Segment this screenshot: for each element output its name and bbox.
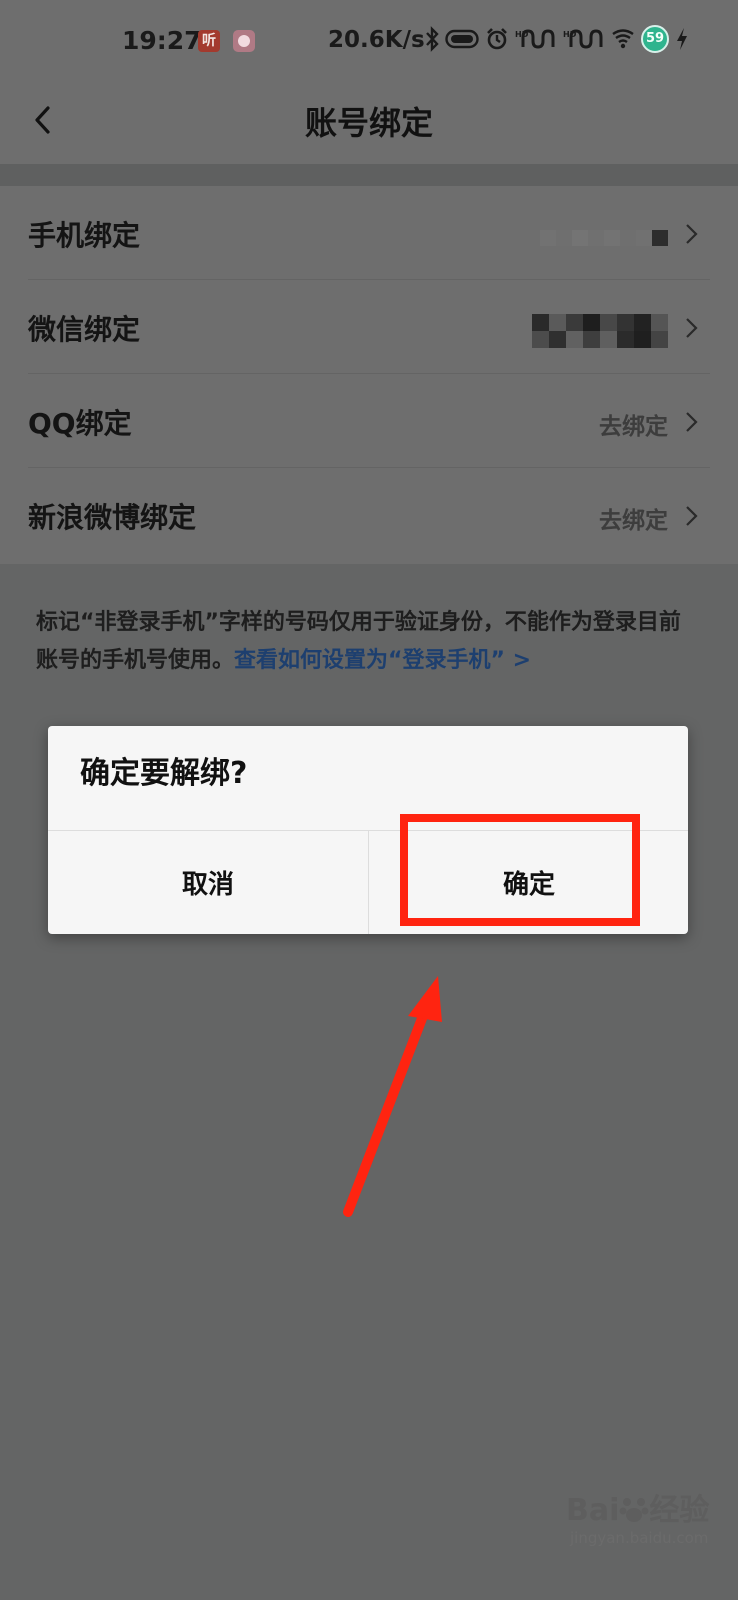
signal-hd1-icon: HD (515, 29, 555, 49)
bind-action-text: 去绑定 (599, 414, 668, 440)
watermark-brand-prefix: Bai (566, 1493, 620, 1528)
binding-label: 手机绑定 (28, 219, 141, 252)
chevron-right-icon (686, 506, 698, 526)
cancel-button[interactable]: 取消 (48, 831, 368, 934)
listen-app-icon: 听 (198, 30, 220, 52)
toggle-icon (445, 29, 479, 49)
battery-indicator: 59 (641, 25, 669, 53)
charging-icon (677, 28, 687, 50)
chevron-right-icon (686, 318, 698, 338)
masked-phone-value (540, 230, 668, 246)
phone-note: 标记“非登录手机”字样的号码仅用于验证身份，不能作为登录目前账号的手机号使用。查… (36, 604, 702, 680)
title-bar: 账号绑定 (0, 80, 738, 164)
page-title: 账号绑定 (304, 104, 433, 142)
binding-row-phone[interactable]: 手机绑定 (0, 186, 738, 280)
highlight-box-annotation (400, 814, 640, 926)
masked-wechat-value (532, 314, 668, 348)
binding-row-wechat[interactable]: 微信绑定 (0, 280, 738, 374)
cancel-label: 取消 (181, 870, 234, 900)
binding-row-weibo[interactable]: 新浪微博绑定 去绑定 (0, 468, 738, 562)
bluetooth-icon (426, 26, 439, 52)
binding-list: 手机绑定 微信绑定 QQ绑定 去绑定 新浪微博绑定 去绑定 (0, 186, 738, 564)
baidu-jingyan-watermark: Bai 经验 jingyan.baidu.com (566, 1485, 726, 1547)
screen: 19:27 听 20.6K/s HD HD 59 账号绑定 手机绑定 微信绑定 … (0, 0, 738, 1600)
bind-action-text: 去绑定 (599, 508, 668, 534)
alarm-icon (487, 28, 507, 50)
binding-label: 微信绑定 (28, 313, 141, 346)
binding-row-qq[interactable]: QQ绑定 去绑定 (0, 374, 738, 468)
paw-icon (619, 1498, 649, 1522)
chevron-right-icon (686, 412, 698, 432)
section-gap (0, 164, 738, 186)
app-notification-icon (233, 30, 255, 52)
watermark-brand-suffix: 经验 (649, 1493, 710, 1528)
status-time: 19:27 (122, 26, 202, 55)
watermark-url: jingyan.baidu.com (570, 1529, 709, 1547)
wifi-icon (612, 29, 634, 49)
binding-label: QQ绑定 (28, 407, 132, 440)
chevron-right-icon (686, 224, 698, 244)
network-speed: 20.6K/s (328, 27, 425, 53)
status-bar: 19:27 听 20.6K/s HD HD 59 (0, 0, 738, 80)
dialog-title: 确定要解绑? (80, 756, 248, 791)
status-icons: HD HD 59 (425, 24, 689, 54)
set-login-phone-link[interactable]: 查看如何设置为“登录手机” > (234, 648, 531, 673)
signal-hd2-icon: HD (563, 29, 603, 49)
binding-label: 新浪微博绑定 (28, 501, 197, 534)
